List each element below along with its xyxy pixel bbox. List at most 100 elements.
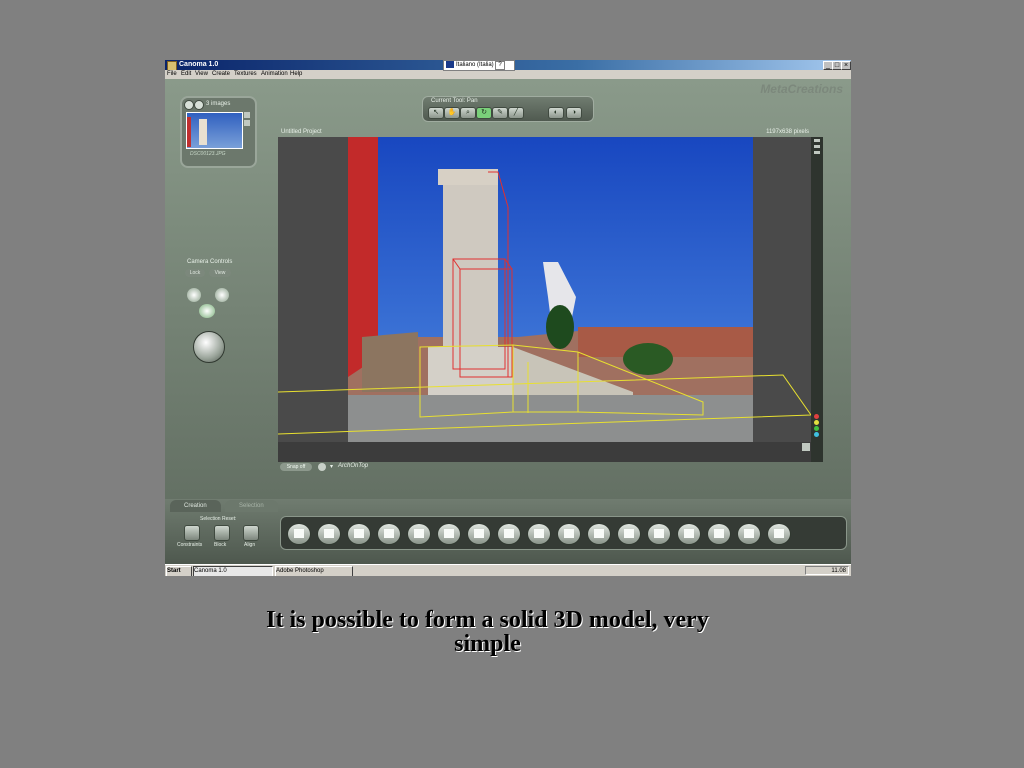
language-label: Italiano (Italia) bbox=[456, 62, 494, 69]
align-button-icon[interactable] bbox=[243, 525, 259, 541]
table-primitive-icon[interactable] bbox=[497, 523, 521, 545]
tool-palette: Current Tool: Pan ↖ ✋ ⌕ ↻ ✎ ╱ ◐ ◑ bbox=[422, 96, 594, 122]
tab-creation[interactable]: Creation bbox=[170, 500, 221, 512]
info-icon[interactable] bbox=[318, 463, 326, 471]
thumbnail-caption: DSC00123.JPG bbox=[190, 151, 226, 157]
camera-icon[interactable]: ◐ bbox=[548, 107, 564, 119]
images-count: 3 images bbox=[206, 101, 231, 107]
camera-lock-tab[interactable]: Lock bbox=[185, 269, 205, 277]
cylinder-primitive-icon[interactable] bbox=[587, 523, 611, 545]
scroll-corner-icon[interactable] bbox=[802, 443, 810, 451]
constraints-label: Constraints bbox=[177, 542, 203, 548]
selection-reset-panel: Selection Reset: Constraints Block Align bbox=[170, 513, 270, 561]
project-name: Untitled Project bbox=[281, 129, 322, 135]
windows-taskbar: Start Canoma 1.0 Adobe Photoshop 11.08 bbox=[165, 564, 851, 576]
tray-clock: 11.08 bbox=[831, 568, 846, 574]
menubar: File Edit View Create Textures Animation… bbox=[165, 70, 851, 79]
dropdown-arrow-icon[interactable]: ▾ bbox=[330, 463, 333, 470]
block-label: Block bbox=[214, 542, 227, 548]
scroll-up-icon[interactable] bbox=[814, 139, 820, 142]
align-label: Align bbox=[244, 542, 256, 548]
caption-line-2: simple bbox=[454, 631, 521, 657]
images-panel: 3 images DSC00123.JPG bbox=[180, 96, 257, 168]
selected-object-name: ArchOnTop bbox=[338, 463, 369, 469]
start-label: Start bbox=[167, 568, 181, 574]
menu-create[interactable]: Create bbox=[212, 70, 230, 79]
add-image-icon[interactable] bbox=[184, 100, 194, 110]
pyramid-primitive-icon[interactable] bbox=[407, 523, 431, 545]
menu-view[interactable]: View bbox=[195, 70, 208, 79]
cone-primitive-icon[interactable] bbox=[647, 523, 671, 545]
tab-selection[interactable]: Selection bbox=[225, 500, 278, 512]
task-photoshop-label: Adobe Photoshop bbox=[276, 568, 324, 574]
constraints-button-icon[interactable] bbox=[184, 525, 200, 541]
zoom-icon[interactable]: ⌕ bbox=[460, 107, 476, 119]
system-tray: 11.08 bbox=[805, 566, 849, 575]
menu-help[interactable]: Help bbox=[290, 70, 302, 79]
rotate-center-icon[interactable] bbox=[199, 304, 215, 318]
vertical-scrollbar[interactable] bbox=[811, 137, 823, 462]
wireframe-color-yellow-swatch[interactable] bbox=[814, 420, 819, 425]
image-thumbnail[interactable] bbox=[186, 112, 243, 149]
menu-animation[interactable]: Animation bbox=[261, 70, 288, 79]
keyboard-language-icon bbox=[446, 61, 454, 68]
current-tool-label: Current Tool: Pan bbox=[431, 98, 478, 104]
menu-edit[interactable]: Edit bbox=[181, 70, 191, 79]
camera-controls-title: Camera Controls bbox=[187, 259, 233, 265]
rotate-left-icon[interactable] bbox=[187, 288, 201, 302]
thumbnail-red-wall bbox=[187, 117, 191, 147]
caption-line-1: It is possible to form a solid 3D model,… bbox=[266, 607, 709, 633]
orbit-icon[interactable]: ↻ bbox=[476, 107, 492, 119]
thumbnail-scroll-down-icon[interactable] bbox=[244, 120, 250, 126]
slab-primitive-icon[interactable] bbox=[317, 523, 341, 545]
camera-view-tab[interactable]: View bbox=[209, 269, 231, 277]
question-icon[interactable]: ? bbox=[495, 61, 505, 70]
stairs-primitive-icon[interactable] bbox=[707, 523, 731, 545]
slide-caption: It is possible to form a solid 3D model,… bbox=[0, 608, 975, 656]
dormer-primitive-icon[interactable] bbox=[557, 523, 581, 545]
arch-primitive-icon[interactable] bbox=[527, 523, 551, 545]
select-arrow-icon[interactable]: ↖ bbox=[428, 107, 444, 119]
knife-icon[interactable]: ╱ bbox=[508, 107, 524, 119]
line-primitive-icon[interactable] bbox=[737, 523, 761, 545]
canoma-workspace: MetaCreations 3 images DSC00123.JPG Curr… bbox=[165, 79, 851, 564]
box-primitive-icon[interactable] bbox=[287, 523, 311, 545]
hip-roof-primitive-icon[interactable] bbox=[467, 523, 491, 545]
status-row: Snap off ▾ ArchOnTop bbox=[278, 462, 823, 472]
scroll-down-icon[interactable] bbox=[814, 151, 820, 154]
wireframe-color-green-swatch[interactable] bbox=[814, 426, 819, 431]
thumbnail-scroll-up-icon[interactable] bbox=[244, 112, 250, 118]
horizontal-scrollbar[interactable] bbox=[278, 442, 811, 462]
camera-rotate-control[interactable] bbox=[185, 284, 233, 324]
render-icon[interactable]: ◑ bbox=[566, 107, 582, 119]
wedge-primitive-icon[interactable] bbox=[347, 523, 371, 545]
remove-image-icon[interactable] bbox=[194, 100, 204, 110]
selection-reset-label: Selection Reset: bbox=[200, 516, 237, 522]
scroll-mid-icon[interactable] bbox=[814, 145, 820, 148]
rotate-right-icon[interactable] bbox=[215, 288, 229, 302]
close-button[interactable]: × bbox=[841, 61, 851, 70]
arrow-primitive-icon[interactable] bbox=[767, 523, 791, 545]
menu-textures[interactable]: Textures bbox=[234, 70, 257, 79]
start-button[interactable]: Start bbox=[166, 566, 192, 576]
ground-plane-wireframe bbox=[278, 374, 811, 435]
menu-file[interactable]: File bbox=[167, 70, 177, 79]
snap-toggle-button[interactable]: Snap off bbox=[280, 463, 312, 471]
camera-move-joystick-icon[interactable] bbox=[193, 331, 225, 363]
task-photoshop[interactable]: Adobe Photoshop bbox=[275, 566, 353, 576]
wall-primitive-icon[interactable] bbox=[677, 523, 701, 545]
task-canoma[interactable]: Canoma 1.0 bbox=[193, 566, 273, 576]
window-title: Canoma 1.0 bbox=[179, 61, 219, 68]
texture-brush-icon[interactable]: ✎ bbox=[492, 107, 508, 119]
3d-viewport[interactable] bbox=[278, 137, 811, 442]
roof-primitive-icon[interactable] bbox=[377, 523, 401, 545]
spire-primitive-icon[interactable] bbox=[437, 523, 461, 545]
wireframe-color-red-swatch[interactable] bbox=[814, 414, 819, 419]
thumbnail-monument bbox=[199, 119, 207, 145]
block-button-icon[interactable] bbox=[214, 525, 230, 541]
half-cylinder-primitive-icon[interactable] bbox=[617, 523, 641, 545]
pan-hand-icon[interactable]: ✋ bbox=[444, 107, 460, 119]
wireframe-color-cyan-swatch[interactable] bbox=[814, 432, 819, 437]
primitive-shapes-palette bbox=[280, 516, 847, 550]
brand-logo: MetaCreations bbox=[760, 82, 843, 96]
